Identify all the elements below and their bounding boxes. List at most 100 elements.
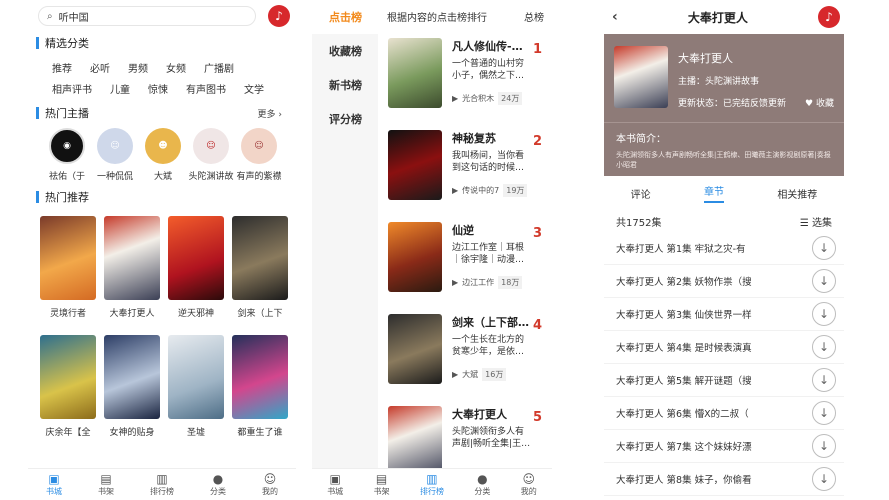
side-item-click[interactable]: 点击榜 <box>312 0 378 34</box>
book-item[interactable]: 剑来（上下 <box>232 216 288 327</box>
rank-item[interactable]: 凡人修仙传-… 一个普通的山村穷小子，偶然之下… ▶ 光合积木 24万 1 <box>378 32 552 124</box>
tab-chapters[interactable]: 章节 <box>703 183 724 203</box>
heart-icon: ♥ <box>805 99 814 109</box>
tab-shelf[interactable]: ▤ 书架 <box>98 472 114 497</box>
episode-row[interactable]: 大奉打更人 第3集 仙侠世界一样 ↓ <box>604 298 844 331</box>
category-item[interactable]: 女频 <box>166 60 186 75</box>
mic-icon: ● <box>212 472 224 486</box>
select-episodes-button[interactable]: ☰ 选集 <box>800 214 832 229</box>
category-item[interactable]: 有声图书 <box>186 81 226 96</box>
category-item[interactable]: 儿童 <box>110 81 130 96</box>
category-item[interactable]: 相声评书 <box>52 81 92 96</box>
category-item[interactable]: 必听 <box>90 60 110 75</box>
record-icon[interactable]: ♪ <box>268 5 290 27</box>
side-item-rate[interactable]: 评分榜 <box>312 102 378 136</box>
book-item[interactable]: 都重生了谁 <box>232 335 288 446</box>
category-item[interactable]: 推荐 <box>52 60 72 75</box>
categories-row1: 推荐 必听 男频 女频 广播剧 <box>28 54 296 79</box>
category-item[interactable]: 男频 <box>128 60 148 75</box>
shelf-icon: ▤ <box>375 472 388 486</box>
tab-comments[interactable]: 评论 <box>631 186 651 201</box>
episode-row[interactable]: 大奉打更人 第4集 是时候表演真 ↓ <box>604 331 844 364</box>
favorite-button[interactable]: ♥ 收藏 <box>805 96 834 109</box>
category-item[interactable]: 惊悚 <box>148 81 168 96</box>
section-hot: 热门推荐 <box>28 186 296 208</box>
book-item[interactable]: 大奉打更人 <box>104 216 160 327</box>
host-item[interactable]: ☺ 头陀渊讲故 <box>188 128 234 182</box>
tab-mine[interactable]: ☺ 我的 <box>262 472 278 497</box>
download-icon[interactable]: ↓ <box>812 401 836 425</box>
search-text: 听中国 <box>58 12 89 24</box>
download-icon[interactable]: ↓ <box>812 269 836 293</box>
download-icon[interactable]: ↓ <box>812 434 836 458</box>
tab-category[interactable]: ● 分类 <box>210 472 226 497</box>
bookstore-icon: ▣ <box>329 472 341 486</box>
episode-row[interactable]: 大奉打更人 第2集 妖物作祟（搜 ↓ <box>604 265 844 298</box>
user-icon: ☺ <box>522 472 535 486</box>
category-item[interactable]: 广播剧 <box>204 60 234 75</box>
book-item[interactable]: 逆天邪神 <box>168 216 224 327</box>
book-cover <box>388 314 442 384</box>
mic-icon: ● <box>477 472 488 486</box>
host-item[interactable]: ☻ 大斌 <box>140 128 186 182</box>
user-icon: ☺ <box>263 472 277 486</box>
ranking-icon: ▥ <box>156 472 168 486</box>
host-item[interactable]: ☺ 一种侃侃 <box>92 128 138 182</box>
bookstore-icon: ▣ <box>48 472 60 486</box>
tab-bookstore[interactable]: ▣ 书城 <box>327 472 343 497</box>
section-hosts: 热门主播 更多 › <box>28 102 296 124</box>
rank-item[interactable]: 仙逆 边江工作室｜耳根｜徐宇隆｜动漫… ▶ 边江工作 18万 3 <box>378 216 552 308</box>
tab-ranking[interactable]: ▥ 排行榜 <box>420 472 444 497</box>
rank-number: 2 <box>532 134 542 149</box>
episode-row[interactable]: 大奉打更人 第7集 这个妹妹好漂 ↓ <box>604 430 844 463</box>
tab-bar: ▣ 书城 ▤ 书架 ▥ 排行榜 ● 分类 ☺ 我的 <box>312 468 552 500</box>
book-item[interactable]: 灵境行者 <box>40 216 96 327</box>
tab-mine[interactable]: ☺ 我的 <box>521 472 537 497</box>
tab-shelf[interactable]: ▤ 书架 <box>374 472 390 497</box>
rank-item[interactable]: 剑来（上下部… 一个生长在北方的贫寒少年，是依… ▶ 大斌 16万 4 <box>378 308 552 400</box>
book-hero: 大奉打更人 主播：头陀渊讲故事 更新状态：已完结反馈更新 ♥ 收藏 本书简介： … <box>604 34 844 176</box>
intro-title: 本书简介： <box>616 134 666 145</box>
episode-row[interactable]: 大奉打更人 第1集 牢狱之灾-有 ↓ <box>604 232 844 265</box>
ranking-list: 根据内容的点击榜排行 总榜 凡人修仙传-… 一个普通的山村穷小子，偶然之下… ▶… <box>378 0 552 492</box>
tab-ranking[interactable]: ▥ 排行榜 <box>150 472 174 497</box>
download-icon[interactable]: ↓ <box>812 236 836 260</box>
avatar: ◉ <box>49 128 85 164</box>
book-item[interactable]: 圣墟 <box>168 335 224 446</box>
book-item[interactable]: 女神的贴身 <box>104 335 160 446</box>
avatar: ☺ <box>193 128 229 164</box>
category-item[interactable]: 文学 <box>244 81 264 96</box>
rank-number: 5 <box>532 410 542 425</box>
tab-category[interactable]: ● 分类 <box>474 472 490 497</box>
book-detail-screen: ‹ 大奉打更人 ♪ 大奉打更人 主播：头陀渊讲故事 更新状态：已完结反馈更新 ♥… <box>604 0 844 500</box>
play-icon: ▶ <box>452 94 459 103</box>
book-cover <box>388 406 442 476</box>
book-cover <box>40 216 96 300</box>
rank-item[interactable]: 神秘复苏 我叫杨间，当你看到这句话的时候… ▶ 传说中的7 19万 2 <box>378 124 552 216</box>
download-icon[interactable]: ↓ <box>812 467 836 491</box>
download-icon[interactable]: ↓ <box>812 368 836 392</box>
search-input[interactable]: ⌕ 听中国 <box>38 6 256 26</box>
book-grid: 灵境行者 大奉打更人 逆天邪神 剑来（上下 庆余年【全 女神的贴身 圣墟 都重生… <box>28 208 296 446</box>
book-cover <box>388 130 442 200</box>
side-item-fav[interactable]: 收藏榜 <box>312 34 378 68</box>
download-icon[interactable]: ↓ <box>812 335 836 359</box>
host-item[interactable]: ◉ 祛佑（于 <box>44 128 90 182</box>
download-icon[interactable]: ↓ <box>812 302 836 326</box>
book-cover <box>232 216 288 300</box>
top-bar: ⌕ 听中国 ♪ <box>28 0 296 32</box>
tab-related[interactable]: 相关推荐 <box>777 186 817 201</box>
episode-row[interactable]: 大奉打更人 第5集 解开谜题（搜 ↓ <box>604 364 844 397</box>
episode-row[interactable]: 大奉打更人 第8集 妹子，你偷看 ↓ <box>604 463 844 496</box>
book-item[interactable]: 庆余年【全 <box>40 335 96 446</box>
tab-bookstore[interactable]: ▣ 书城 <box>46 472 62 497</box>
book-cover <box>614 46 668 108</box>
total-filter[interactable]: 总榜 <box>524 9 544 24</box>
host-item[interactable]: ☺ 有声的紫襟 <box>236 128 282 182</box>
tab-bar: ▣ 书城 ▤ 书架 ▥ 排行榜 ● 分类 ☺ 我的 <box>28 468 296 500</box>
more-link[interactable]: 更多 › <box>258 107 282 120</box>
side-item-new[interactable]: 新书榜 <box>312 68 378 102</box>
episode-row[interactable]: 大奉打更人 第6集 懵X的二叔（ ↓ <box>604 397 844 430</box>
record-icon[interactable]: ♪ <box>818 6 840 28</box>
book-cover <box>388 222 442 292</box>
